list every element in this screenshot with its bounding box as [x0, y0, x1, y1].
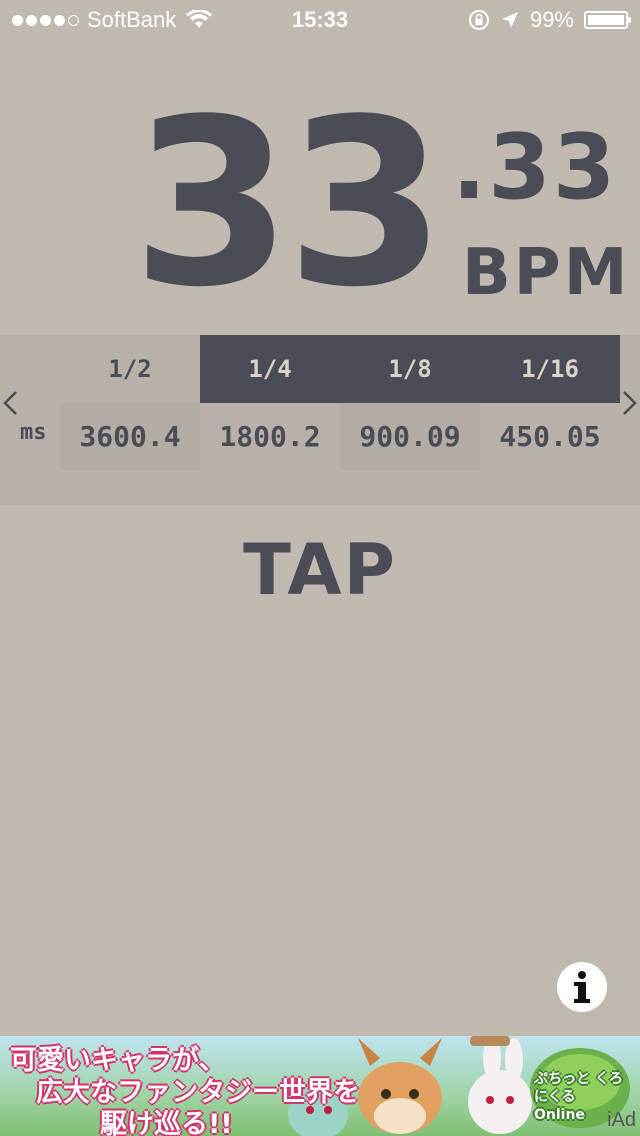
info-icon — [574, 971, 590, 1003]
ms-value-eighth: 900.09 — [340, 403, 480, 470]
status-bar-right: 99% — [468, 7, 631, 33]
bpm-fraction: .33 — [452, 115, 618, 220]
chevron-left-icon[interactable] — [0, 388, 20, 418]
bpm-integer: 33 — [131, 71, 446, 338]
battery-percent: 99% — [529, 7, 574, 32]
note-header-eighth[interactable]: 1/8 — [340, 335, 480, 403]
ad-headline-3: 駆け巡る!! — [100, 1109, 233, 1136]
battery-icon — [584, 11, 631, 29]
tap-button[interactable]: TAP — [0, 525, 640, 615]
chevron-right-icon[interactable] — [620, 388, 640, 418]
ms-value-half: 3600.4 — [60, 403, 200, 470]
note-header-quarter[interactable]: 1/4 — [200, 335, 340, 403]
iad-label: iAd — [607, 1109, 636, 1131]
ms-unit-label: ms — [20, 420, 47, 445]
note-header-sixteenth[interactable]: 1/16 — [480, 335, 620, 403]
location-arrow-icon — [501, 12, 518, 28]
orientation-lock-icon — [468, 10, 489, 30]
ms-value-sixteenth: 450.05 — [499, 420, 601, 453]
bpm-unit-label: BPM — [462, 236, 631, 310]
ms-value-quarter: 1800.2 — [219, 420, 321, 453]
ad-banner[interactable]: 可愛いキャラが、 広大なファンタジー世界を 駆け巡る!! ぷちっと くろにくる … — [0, 1036, 640, 1136]
status-bar: SoftBank 15:33 99% — [0, 0, 640, 40]
note-header-half[interactable]: 1/2 — [60, 335, 200, 403]
info-button[interactable] — [557, 962, 607, 1012]
